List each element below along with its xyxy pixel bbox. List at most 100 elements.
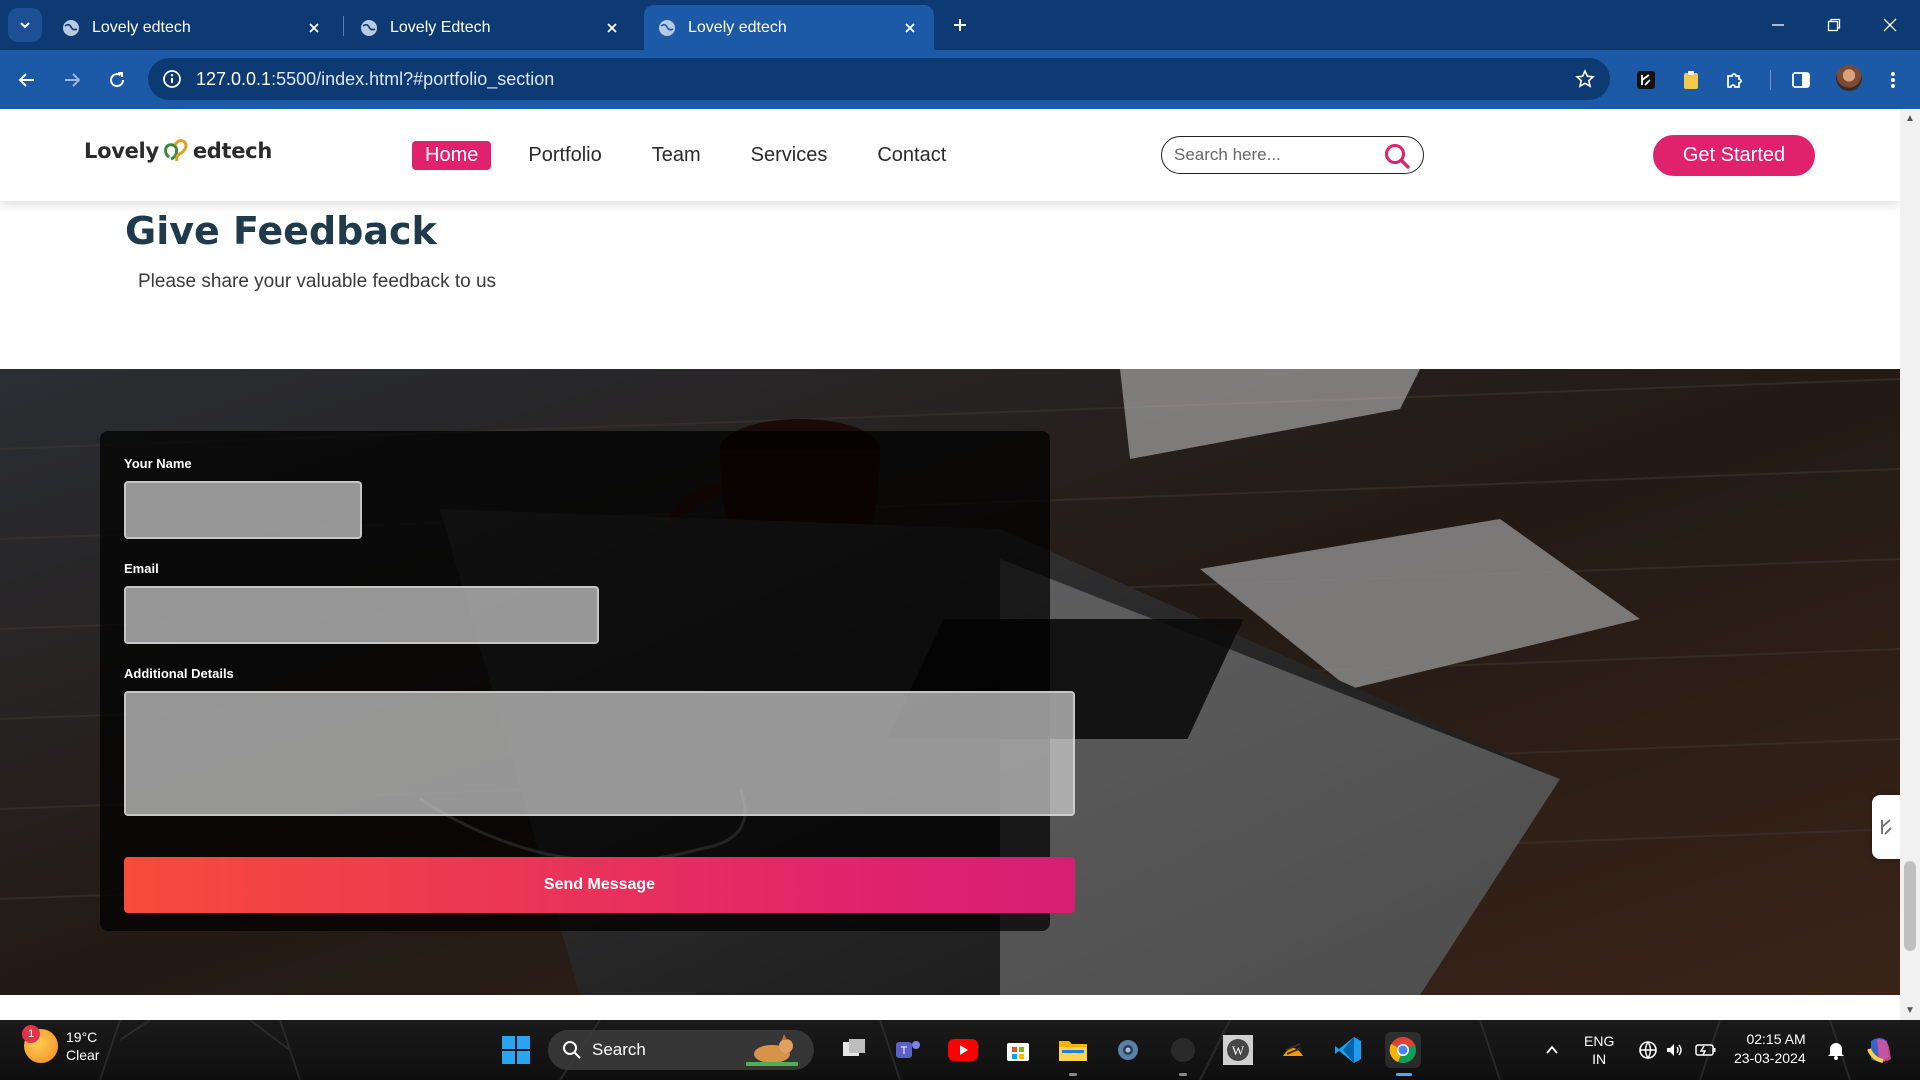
minimize-icon bbox=[1772, 24, 1784, 26]
globe-icon bbox=[361, 19, 377, 36]
vs-code-icon[interactable] bbox=[1330, 1032, 1366, 1068]
notification-bell-icon[interactable] bbox=[1818, 1032, 1854, 1068]
arrow-right-icon bbox=[65, 73, 81, 87]
logo-text-right: edtech bbox=[192, 139, 272, 163]
moon-weather-icon: 1 bbox=[22, 1025, 58, 1063]
scroll-down-arrow-icon[interactable]: ▼ bbox=[1904, 1005, 1916, 1017]
reload-button[interactable] bbox=[100, 63, 134, 97]
nav-home[interactable]: Home bbox=[412, 141, 492, 170]
main-nav: Home Portfolio Team Services Contact bbox=[412, 141, 983, 170]
teams-icon[interactable]: T bbox=[890, 1032, 926, 1068]
nav-services[interactable]: Services bbox=[738, 141, 841, 170]
weather-condition: Clear bbox=[66, 1047, 100, 1063]
show-hidden-icons-chevron-up-icon[interactable] bbox=[1534, 1032, 1570, 1068]
email-field-wrapper bbox=[124, 586, 599, 644]
nav-team[interactable]: Team bbox=[639, 141, 714, 170]
site-header: Lovely edtech Home Portfolio Team Servic… bbox=[0, 109, 1900, 201]
notification-badge: 1 bbox=[22, 1025, 40, 1043]
more-menu-icon[interactable] bbox=[1878, 65, 1908, 95]
forward-button[interactable] bbox=[55, 63, 89, 97]
chevron-down-icon bbox=[20, 22, 30, 29]
sublime-text-icon[interactable] bbox=[1275, 1032, 1311, 1068]
floating-extension-tab[interactable] bbox=[1872, 795, 1900, 859]
site-info-icon[interactable] bbox=[160, 67, 184, 91]
site-logo[interactable]: Lovely edtech bbox=[84, 135, 272, 167]
details-field-wrapper bbox=[124, 691, 1075, 816]
wordpress-icon[interactable]: W bbox=[1220, 1032, 1256, 1068]
search-icon[interactable] bbox=[1383, 142, 1411, 170]
svg-text:T: T bbox=[901, 1045, 908, 1057]
close-tab-icon[interactable] bbox=[304, 18, 324, 38]
tab-search-dropdown-button[interactable] bbox=[8, 8, 42, 42]
battery-icon[interactable] bbox=[1688, 1032, 1724, 1068]
logo-mark-icon bbox=[163, 139, 188, 162]
svg-text:W: W bbox=[1232, 1043, 1245, 1058]
site-search bbox=[1161, 136, 1424, 174]
profile-avatar[interactable] bbox=[1836, 65, 1862, 91]
tab-strip: Lovely edtech Lovely Edtech Lovely edtec… bbox=[0, 0, 1920, 50]
nav-portfolio[interactable]: Portfolio bbox=[515, 141, 614, 170]
browser-tab-3-active[interactable]: Lovely edtech bbox=[644, 5, 934, 50]
extension-h-icon[interactable] bbox=[1631, 65, 1661, 95]
new-tab-button[interactable] bbox=[946, 11, 974, 39]
windows-start-icon[interactable] bbox=[498, 1032, 534, 1068]
close-tab-icon[interactable] bbox=[602, 18, 622, 38]
extension-h-icon bbox=[1881, 819, 1892, 835]
back-button[interactable] bbox=[10, 63, 44, 97]
settings-icon[interactable] bbox=[1110, 1032, 1146, 1068]
feedback-subtitle: Please share your valuable feedback to u… bbox=[138, 271, 497, 292]
feedback-form: Your Name Email Additional Details Send … bbox=[100, 431, 1075, 931]
youtube-icon[interactable] bbox=[945, 1032, 981, 1068]
volume-icon[interactable] bbox=[1656, 1032, 1692, 1068]
close-icon bbox=[1883, 18, 1897, 32]
close-tab-icon[interactable] bbox=[900, 18, 920, 38]
search-input[interactable] bbox=[1174, 145, 1374, 165]
language-indicator[interactable]: ENG IN bbox=[1584, 1032, 1614, 1068]
restore-icon bbox=[1827, 18, 1841, 32]
globe-icon bbox=[659, 19, 675, 36]
chrome-icon[interactable] bbox=[1385, 1032, 1421, 1068]
search-icon bbox=[563, 1041, 581, 1059]
page-scrollbar[interactable]: ▲ ▼ bbox=[1900, 109, 1920, 1021]
details-label: Additional Details bbox=[124, 666, 234, 681]
copilot-icon[interactable] bbox=[1862, 1032, 1898, 1068]
taskbar-search-label: Search bbox=[592, 1040, 646, 1059]
clock-time: 02:15 AM bbox=[1746, 1031, 1806, 1047]
file-explorer-icon[interactable] bbox=[1055, 1032, 1091, 1068]
feedback-title: Give Feedback bbox=[125, 209, 437, 253]
url-text[interactable]: 127.0.0.1:5500/index.html?#portfolio_sec… bbox=[196, 69, 554, 90]
send-message-button[interactable]: Send Message bbox=[124, 857, 1075, 913]
arrow-left-icon bbox=[18, 73, 34, 87]
extensions-puzzle-icon[interactable] bbox=[1720, 65, 1750, 95]
microsoft-store-icon[interactable] bbox=[1000, 1032, 1036, 1068]
scroll-up-arrow-icon[interactable]: ▲ bbox=[1904, 113, 1916, 125]
scrollbar-thumb[interactable] bbox=[1904, 861, 1916, 951]
minimize-button[interactable] bbox=[1750, 9, 1806, 41]
browser-tab-1[interactable]: Lovely edtech bbox=[48, 5, 338, 50]
weather-widget[interactable]: 1 19°C Clear bbox=[22, 1025, 100, 1064]
clock-date: 23-03-2024 bbox=[1734, 1050, 1806, 1066]
reload-icon bbox=[110, 72, 125, 88]
url-path: :5500/index.html?#portfolio_section bbox=[271, 69, 555, 89]
nav-contact[interactable]: Contact bbox=[864, 141, 959, 170]
side-panel-icon[interactable] bbox=[1786, 65, 1816, 95]
email-label: Email bbox=[124, 561, 159, 576]
restore-button[interactable] bbox=[1806, 9, 1862, 41]
browser-tab-2[interactable]: Lovely Edtech bbox=[346, 5, 636, 50]
name-input[interactable] bbox=[126, 483, 360, 537]
bookmark-star-icon[interactable] bbox=[1572, 66, 1598, 92]
clipboard-extension-icon[interactable] bbox=[1676, 65, 1706, 95]
email-input[interactable] bbox=[126, 588, 597, 642]
weather-temp: 19°C bbox=[66, 1029, 98, 1045]
taskbar-search-box[interactable]: Search bbox=[548, 1030, 814, 1070]
name-field-wrapper bbox=[124, 481, 362, 539]
dark-app-icon[interactable] bbox=[1165, 1032, 1201, 1068]
close-window-button[interactable] bbox=[1862, 9, 1918, 41]
task-view-icon[interactable] bbox=[836, 1032, 872, 1068]
running-indicator bbox=[1069, 1073, 1077, 1076]
details-textarea[interactable] bbox=[126, 693, 1073, 814]
get-started-button[interactable]: Get Started bbox=[1653, 135, 1815, 176]
system-clock[interactable]: 02:15 AM 23-03-2024 bbox=[1734, 1030, 1806, 1068]
address-bar[interactable]: 127.0.0.1:5500/index.html?#portfolio_sec… bbox=[148, 58, 1610, 100]
region-code: IN bbox=[1592, 1051, 1607, 1067]
